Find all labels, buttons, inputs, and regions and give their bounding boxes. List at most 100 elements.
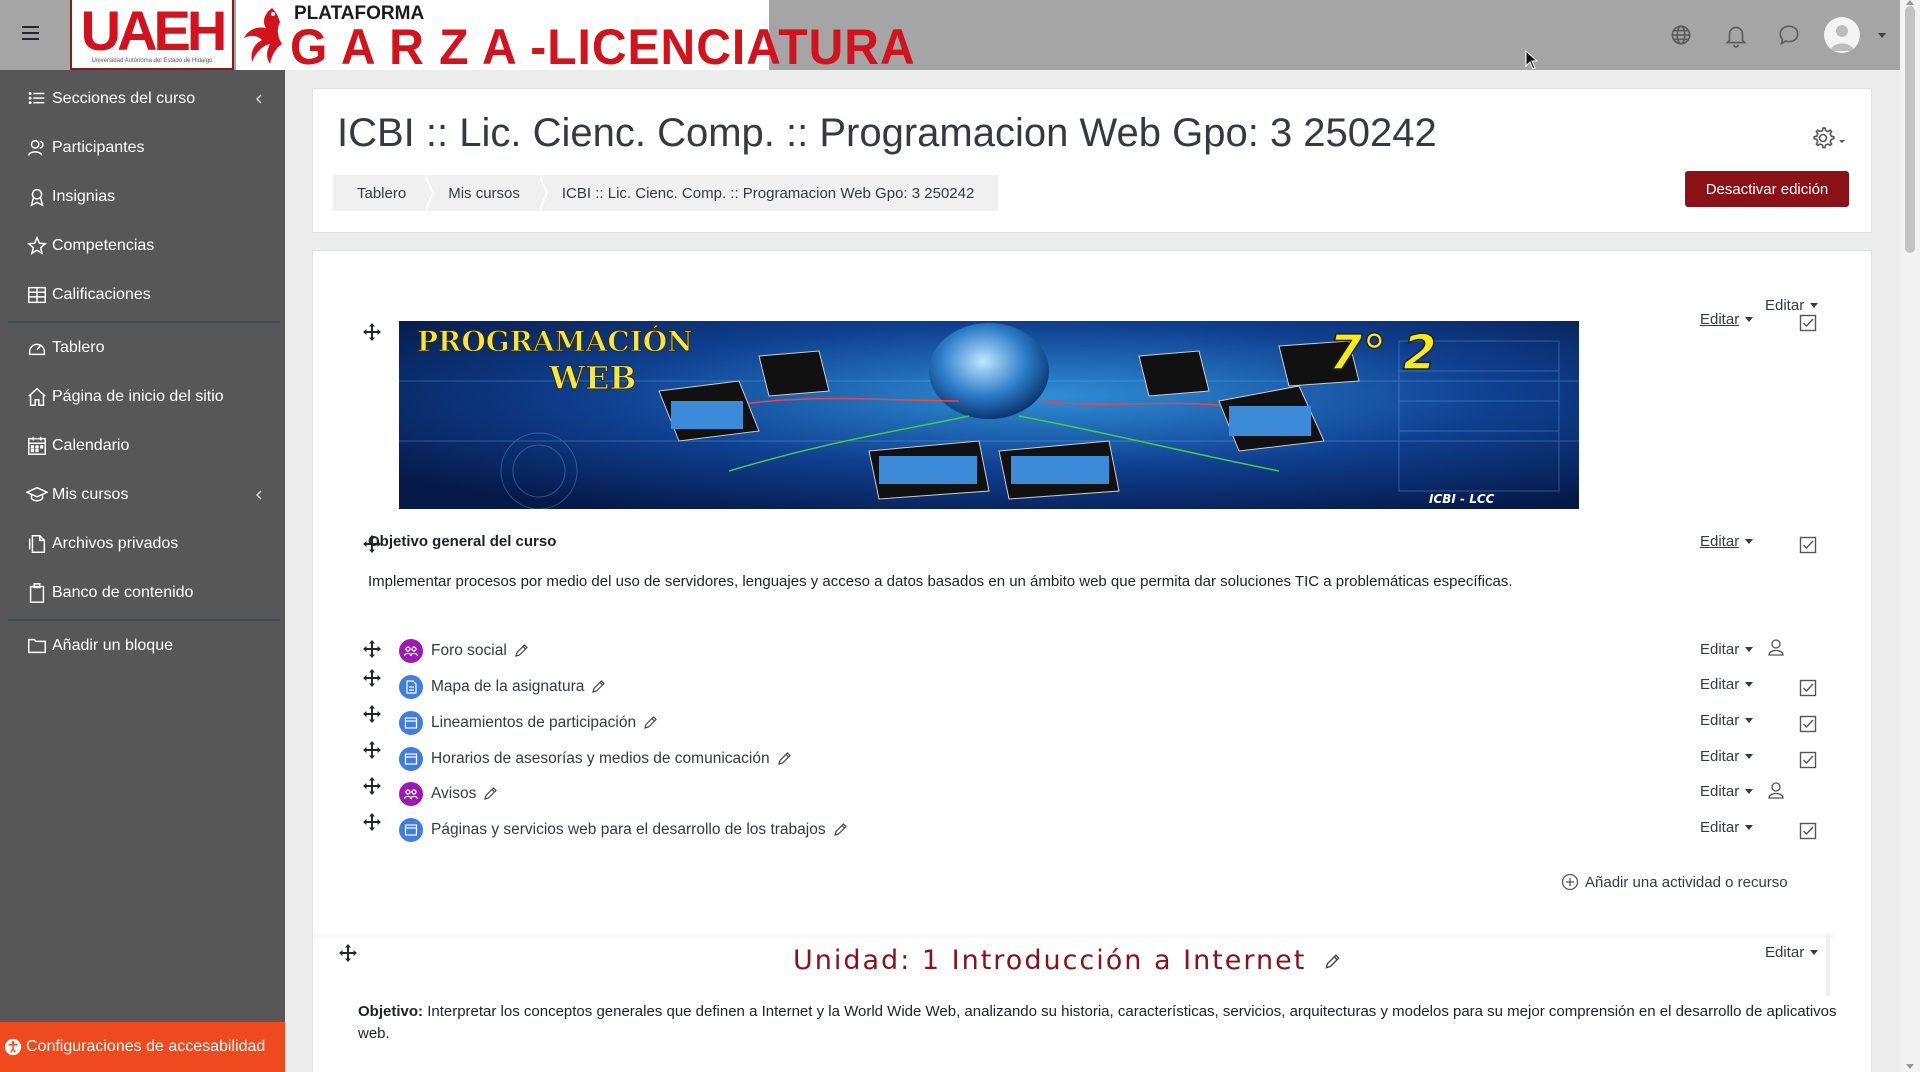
edit-label: Editar (1700, 676, 1740, 693)
user-icon[interactable] (1767, 781, 1785, 799)
platform-brand[interactable]: PLATAFORMA G A R Z A -LICENCIATURA (236, 0, 915, 76)
activity-edit-menu[interactable]: Editar (1700, 641, 1754, 658)
drawer-item-add-block[interactable]: Añadir un bloque (26, 631, 276, 661)
turn-editing-off-button[interactable]: Desactivar edición (1685, 171, 1849, 207)
add-activity-label: Añadir una actividad o recurso (1585, 873, 1788, 891)
forum-icon (399, 782, 423, 806)
section-edit-menu[interactable]: Editar (1765, 297, 1819, 314)
activity-subject-map[interactable]: Mapa de la asignatura (399, 674, 606, 700)
chat-icon[interactable] (1776, 22, 1802, 48)
activity-web-services[interactable]: Páginas y servicios web para el desarrol… (399, 817, 848, 843)
unit-section-header: Unidad: 1 Introducción a Internet Editar (313, 934, 1873, 994)
drawer-item-content-bank[interactable]: Banco de contenido (26, 578, 276, 608)
activity-forum-social[interactable]: Foro social (399, 638, 529, 664)
pencil-icon[interactable] (1323, 953, 1341, 971)
breadcrumb-item-course[interactable]: ICBI :: Lic. Cienc. Comp. :: Programacio… (538, 175, 998, 211)
completion-check-icon[interactable] (1799, 536, 1817, 554)
drawer-item-site-home[interactable]: Página de inicio del sitio (26, 382, 276, 412)
avatar-icon (1830, 25, 1854, 51)
move-icon[interactable] (363, 669, 381, 687)
drawer-item-label: Secciones del curso (52, 90, 196, 107)
scroll-up-arrow-icon[interactable] (1906, 0, 1914, 5)
drawer-item-calendar[interactable]: Calendario (26, 431, 276, 461)
accessibility-label: Configuraciones de accesabilidad (26, 1038, 266, 1055)
drawer-item-badges[interactable]: Insignias (26, 182, 276, 212)
unit-title: Unidad: 1 Introducción a Internet (793, 945, 1341, 976)
activity-edit-menu[interactable]: Editar (1700, 748, 1754, 765)
move-icon[interactable] (363, 323, 381, 341)
breadcrumb-item-my-courses[interactable]: Mis cursos (424, 175, 548, 211)
drawer-item-dashboard[interactable]: Tablero (26, 333, 276, 363)
user-icon[interactable] (1767, 638, 1785, 656)
banner-edit-menu[interactable]: Editar (1700, 311, 1754, 328)
move-icon[interactable] (363, 705, 381, 723)
move-icon[interactable] (363, 640, 381, 658)
activity-label: Horarios de asesorías y medios de comuni… (431, 750, 770, 767)
section-label-edit-menu[interactable]: Editar (1700, 533, 1754, 550)
activity-office-hours[interactable]: Horarios de asesorías y medios de comuni… (399, 746, 792, 772)
calendar-icon (28, 436, 46, 455)
drawer-divider (8, 321, 280, 323)
accessibility-settings-button[interactable]: Configuraciones de accesabilidad (0, 1022, 285, 1072)
pencil-icon[interactable] (513, 643, 529, 659)
move-icon[interactable] (339, 944, 357, 962)
move-icon[interactable] (363, 741, 381, 759)
pencil-icon[interactable] (590, 679, 606, 695)
scroll-down-arrow-icon[interactable] (1906, 1064, 1914, 1069)
user-avatar[interactable] (1824, 17, 1860, 53)
chevron-left-icon[interactable] (254, 94, 264, 104)
pencil-icon[interactable] (776, 751, 792, 767)
page-scrollbar[interactable] (1900, 0, 1920, 1072)
activity-edit-menu[interactable]: Editar (1700, 819, 1754, 836)
gear-icon (1813, 127, 1845, 149)
uaeh-logo[interactable]: UAEH Universidad Autónoma del Estado de … (70, 0, 234, 70)
drawer-item-participants[interactable]: Participantes (26, 133, 276, 163)
move-icon[interactable] (363, 777, 381, 795)
edit-label: Editar (1700, 748, 1740, 765)
drawer-item-competencies[interactable]: Competencias (26, 231, 276, 261)
globe-icon[interactable] (1668, 22, 1694, 48)
user-menu-caret-icon[interactable] (1878, 33, 1886, 38)
menu-icon[interactable] (22, 22, 44, 44)
completion-check-icon[interactable] (1799, 822, 1817, 840)
completion-check-icon[interactable] (1799, 314, 1817, 332)
pencil-icon[interactable] (832, 822, 848, 838)
caret-down-icon (1810, 950, 1819, 955)
activity-announcements[interactable]: Avisos (399, 781, 498, 807)
drawer-item-label: Calendario (52, 437, 130, 454)
completion-check-icon[interactable] (1799, 679, 1817, 697)
caret-down-icon (1745, 754, 1754, 759)
drawer-item-label: Competencias (52, 237, 155, 254)
graduation-cap-icon (26, 486, 48, 502)
pencil-icon[interactable] (482, 786, 498, 802)
breadcrumb-item-dashboard[interactable]: Tablero (333, 175, 435, 211)
activity-edit-menu[interactable]: Editar (1700, 712, 1754, 729)
drawer-item-grades[interactable]: Calificaciones (26, 280, 276, 310)
course-settings-button[interactable] (1809, 125, 1849, 151)
top-navbar: UAEH Universidad Autónoma del Estado de … (0, 0, 1900, 76)
page-icon (399, 711, 423, 735)
add-activity-button[interactable]: Añadir una actividad o recurso (1561, 873, 1788, 891)
banner-line2: WEB (548, 359, 636, 397)
scrollbar-thumb[interactable] (1905, 6, 1915, 253)
completion-check-icon[interactable] (1799, 751, 1817, 769)
bell-icon[interactable] (1723, 22, 1749, 48)
page-icon (399, 747, 423, 771)
chevron-left-icon[interactable] (254, 490, 264, 500)
activity-edit-menu[interactable]: Editar (1700, 783, 1754, 800)
edit-label: Editar (1700, 783, 1740, 800)
drawer-item-my-courses[interactable]: Mis cursos (26, 480, 276, 510)
pencil-icon[interactable] (642, 715, 658, 731)
file-icon (28, 535, 46, 553)
course-content: Editar PROGRAMACIÓN WEB 7° 2 ICBI - LCC … (312, 250, 1872, 1072)
dashboard-icon (28, 343, 46, 356)
move-icon[interactable] (363, 813, 381, 831)
drawer-item-private-files[interactable]: Archivos privados (26, 529, 276, 559)
drawer-item-label: Insignias (52, 188, 116, 205)
logo-subtext: Universidad Autónoma del Estado de Hidal… (91, 58, 213, 64)
unit-edit-menu[interactable]: Editar (1765, 944, 1819, 961)
drawer-item-course-sections[interactable]: Secciones del curso (26, 84, 276, 114)
activity-edit-menu[interactable]: Editar (1700, 676, 1754, 693)
activity-participation-guidelines[interactable]: Lineamientos de participación (399, 710, 658, 736)
completion-check-icon[interactable] (1799, 715, 1817, 733)
